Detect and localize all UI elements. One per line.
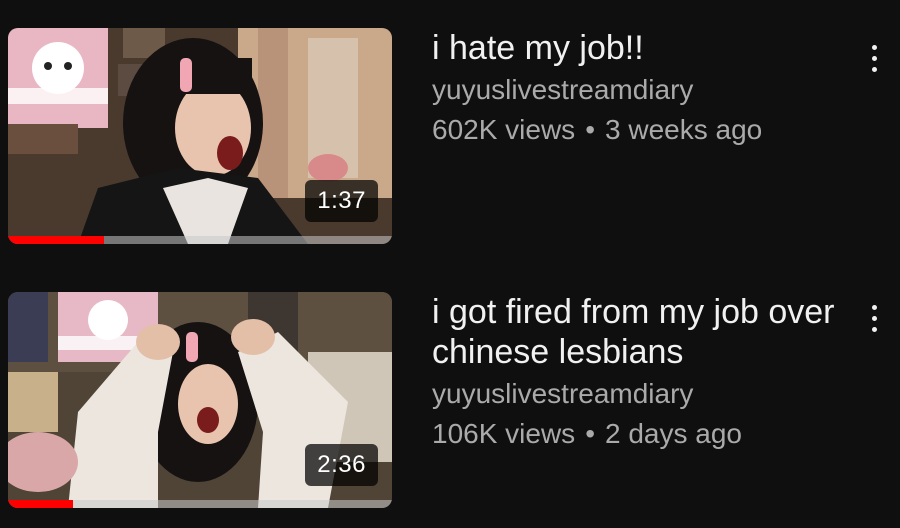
watch-progress-bar [8, 236, 392, 244]
channel-name[interactable]: yuyuslivestreamdiary [432, 376, 842, 412]
video-item[interactable]: 2:36 i got fired from my job over chines… [0, 292, 900, 508]
video-stats: 602K views • 3 weeks ago [432, 112, 842, 148]
separator-dot: • [585, 114, 595, 145]
separator-dot: • [585, 418, 595, 449]
video-meta: i hate my job!! yuyuslivestreamdiary 602… [432, 28, 842, 148]
watch-progress-bar [8, 500, 392, 508]
view-count: 602K views [432, 114, 576, 145]
video-thumbnail[interactable]: 1:37 [8, 28, 392, 244]
video-stats: 106K views • 2 days ago [432, 416, 842, 452]
more-vertical-icon[interactable] [864, 36, 884, 80]
watch-progress-fill [8, 236, 104, 244]
channel-name[interactable]: yuyuslivestreamdiary [432, 72, 842, 108]
video-duration-badge: 2:36 [305, 444, 378, 486]
video-title[interactable]: i hate my job!! [432, 28, 842, 68]
video-feed: 1:37 i hate my job!! yuyuslivestreamdiar… [0, 0, 900, 528]
watch-progress-fill [8, 500, 74, 508]
upload-age: 3 weeks ago [605, 114, 763, 145]
upload-age: 2 days ago [605, 418, 742, 449]
video-title[interactable]: i got fired from my job over chinese les… [432, 292, 842, 372]
video-thumbnail[interactable]: 2:36 [8, 292, 392, 508]
video-duration-badge: 1:37 [305, 180, 378, 222]
video-meta: i got fired from my job over chinese les… [432, 292, 842, 452]
more-vertical-icon[interactable] [864, 296, 884, 340]
view-count: 106K views [432, 418, 576, 449]
video-item[interactable]: 1:37 i hate my job!! yuyuslivestreamdiar… [0, 28, 900, 244]
